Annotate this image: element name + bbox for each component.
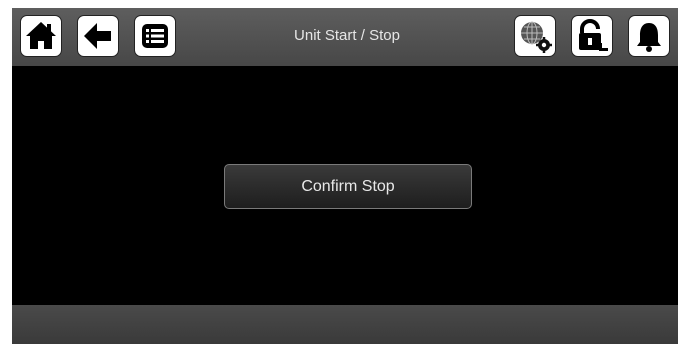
back-button[interactable] <box>77 15 119 57</box>
globe-gear-icon <box>521 21 552 53</box>
hmi-screen: Unit Start / Stop Confirm Stop <box>12 8 678 344</box>
unlock-icon <box>579 19 608 51</box>
list-icon <box>142 24 168 48</box>
alarm-button[interactable] <box>628 15 670 57</box>
lock-button[interactable] <box>571 15 613 57</box>
main-panel: Confirm Stop <box>12 66 678 304</box>
home-button[interactable] <box>20 15 62 57</box>
menu-button[interactable] <box>134 15 176 57</box>
network-settings-button[interactable] <box>514 15 556 57</box>
page-title: Unit Start / Stop <box>294 27 400 44</box>
bell-icon <box>637 23 661 52</box>
header-bar: Unit Start / Stop <box>12 8 678 66</box>
home-icon <box>26 22 56 49</box>
footer-bar <box>12 305 678 344</box>
arrow-left-icon <box>84 23 111 49</box>
confirm-stop-button[interactable]: Confirm Stop <box>224 164 472 209</box>
